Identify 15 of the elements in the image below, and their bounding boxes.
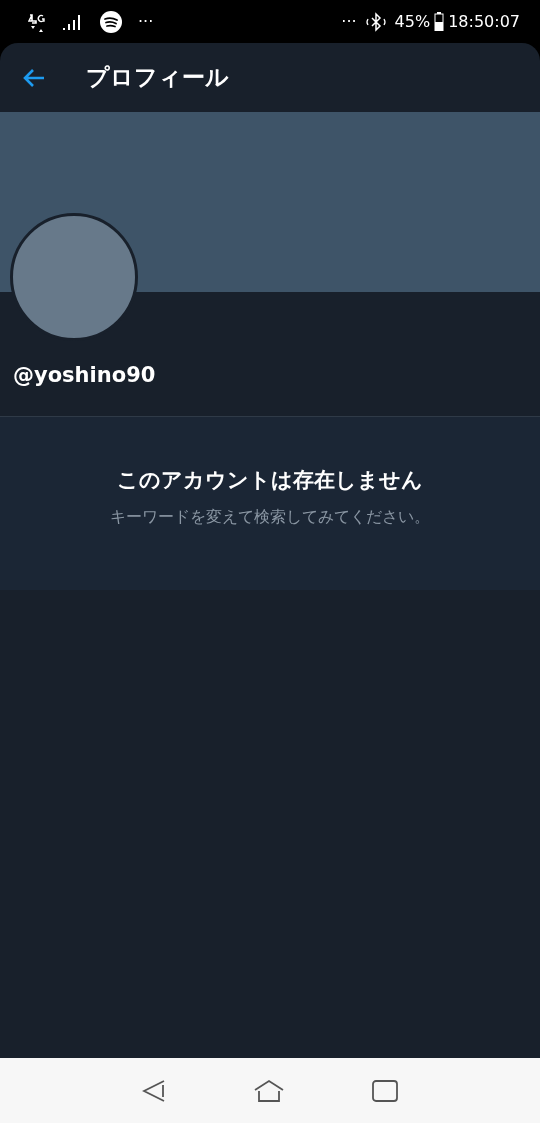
page-title: プロフィール	[86, 63, 229, 93]
battery-icon	[434, 12, 445, 31]
more-indicator: ···	[138, 10, 154, 33]
message-title: このアカウントは存在しません	[117, 467, 423, 494]
message-subtitle: キーワードを変えて検索してみてください。	[110, 505, 430, 528]
recent-apps-icon[interactable]	[372, 1079, 398, 1102]
back-icon[interactable]	[142, 1078, 166, 1103]
bluetooth-icon	[364, 11, 387, 32]
back-icon[interactable]	[22, 67, 46, 88]
battery-percent: 45%	[394, 10, 431, 33]
username: @yoshino90	[13, 363, 156, 387]
home-icon[interactable]	[254, 1078, 284, 1103]
more-indicator: ···	[341, 10, 357, 33]
clock: 18:50:07	[448, 10, 520, 33]
music-app-icon	[100, 10, 122, 33]
